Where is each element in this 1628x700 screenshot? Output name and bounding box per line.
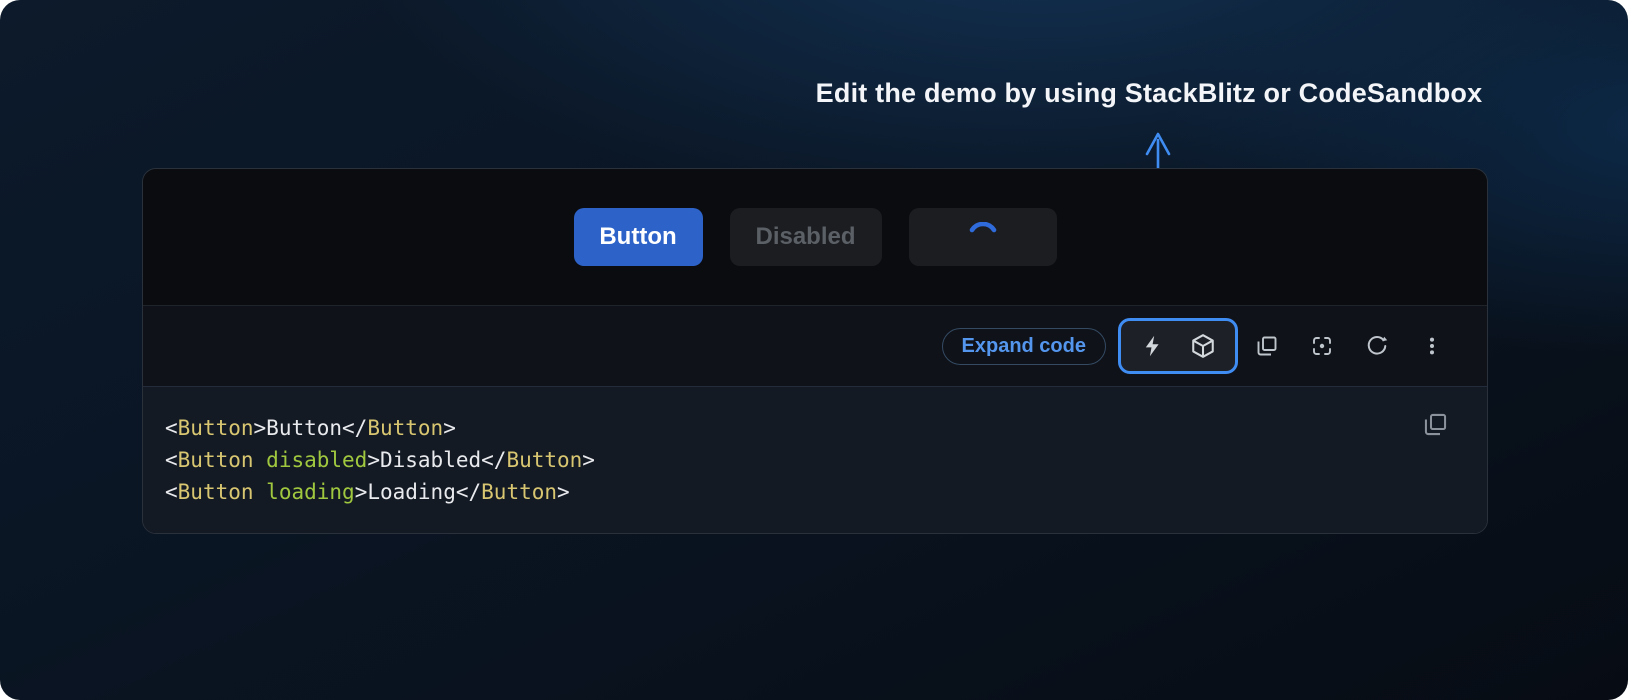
code-line: <Button>Button</Button> (165, 412, 1417, 444)
isolate-focus-icon[interactable] (1301, 325, 1343, 367)
stackblitz-thunderbolt-icon[interactable] (1132, 325, 1174, 367)
page-background: Edit the demo by using StackBlitz or Cod… (0, 0, 1628, 700)
more-kebab-icon[interactable] (1411, 325, 1453, 367)
code-line: <Button disabled>Disabled</Button> (165, 444, 1417, 476)
code-lines: <Button>Button</Button><Button disabled>… (165, 412, 1417, 508)
loading-spinner-icon (968, 222, 998, 252)
primary-button[interactable]: Button (574, 208, 703, 266)
copy-icon[interactable] (1246, 325, 1288, 367)
toolbar-icon-row (1246, 325, 1453, 367)
code-line: <Button loading>Loading</Button> (165, 476, 1417, 508)
code-copy-icon[interactable] (1422, 411, 1449, 441)
sandbox-buttons-group (1118, 318, 1238, 374)
expand-code-button[interactable]: Expand code (942, 328, 1106, 365)
demo-preview-area: Button Disabled (143, 169, 1487, 306)
code-block: <Button>Button</Button><Button disabled>… (143, 387, 1487, 533)
demo-card: Button Disabled Expand code (142, 168, 1488, 534)
demo-toolbar: Expand code (143, 306, 1487, 387)
loading-button[interactable] (909, 208, 1057, 266)
annotation-title: Edit the demo by using StackBlitz or Cod… (816, 78, 1483, 109)
codesandbox-box-icon[interactable] (1182, 325, 1224, 367)
disabled-button[interactable]: Disabled (730, 208, 882, 266)
refresh-icon[interactable] (1356, 325, 1398, 367)
